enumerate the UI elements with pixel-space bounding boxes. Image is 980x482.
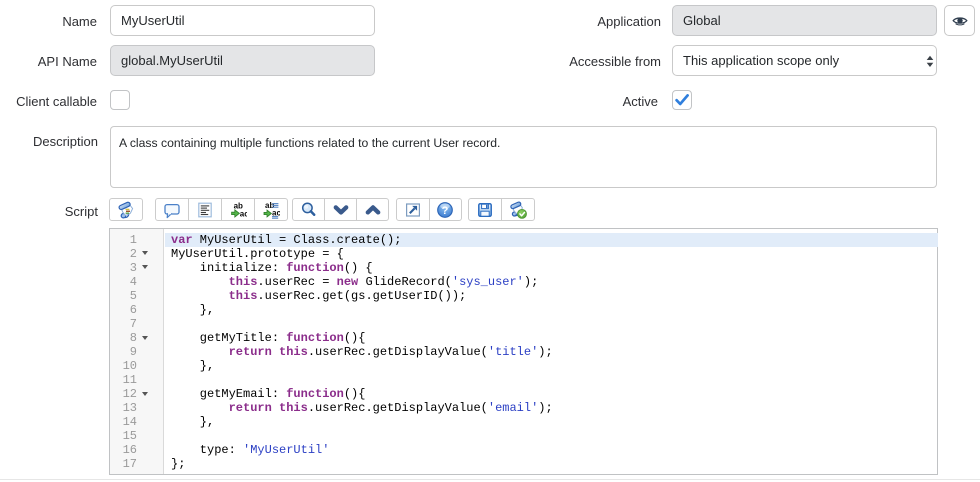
svg-text:ac: ac xyxy=(240,209,247,218)
svg-text:?: ? xyxy=(442,205,449,217)
